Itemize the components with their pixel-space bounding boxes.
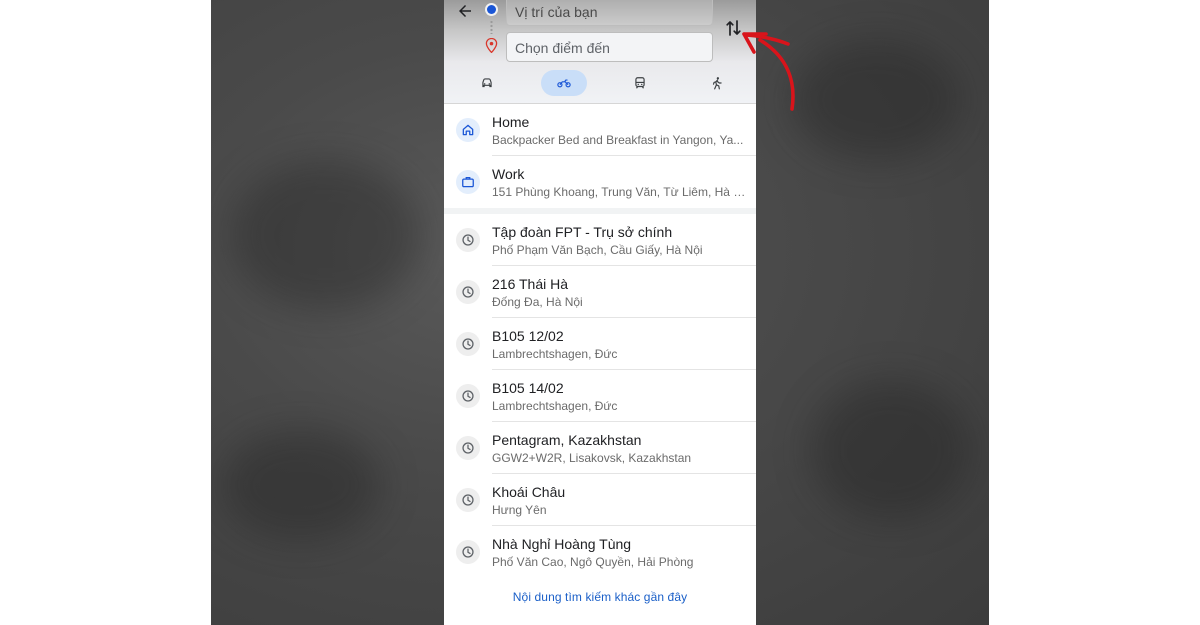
- mode-tab-transit[interactable]: [630, 70, 650, 96]
- recent-place[interactable]: Nhà Nghỉ Hoàng Tùng Phố Văn Cao, Ngô Quy…: [444, 526, 756, 578]
- place-subtitle: Phố Phạm Văn Bạch, Cầu Giấy, Hà Nội: [492, 243, 703, 257]
- more-recent-searches-link[interactable]: Nội dung tìm kiếm khác gần đây: [444, 590, 756, 604]
- saved-place-home[interactable]: Home Backpacker Bed and Breakfast in Yan…: [444, 104, 756, 156]
- history-icon-badge: [456, 280, 480, 304]
- recent-place[interactable]: B105 12/02 Lambrechtshagen, Đức: [444, 318, 756, 370]
- clock-icon: [462, 286, 474, 298]
- place-title: 216 Thái Hà: [492, 276, 569, 292]
- place-title: Work: [492, 166, 525, 182]
- place-subtitle: Lambrechtshagen, Đức: [492, 399, 618, 413]
- history-icon-badge: [456, 540, 480, 564]
- walk-icon: [712, 77, 722, 90]
- place-title: Tập đoàn FPT - Trụ sở chính: [492, 224, 673, 240]
- places-list: Home Backpacker Bed and Breakfast in Yan…: [444, 104, 756, 578]
- origin-input[interactable]: Vị trí của bạn: [506, 0, 713, 26]
- recent-place[interactable]: Tập đoàn FPT - Trụ sở chính Phố Phạm Văn…: [444, 214, 756, 266]
- clock-icon: [462, 338, 474, 350]
- place-title: Khoái Châu: [492, 484, 566, 500]
- red-annotation-arrow-icon: [742, 32, 795, 111]
- recent-place[interactable]: Khoái Châu Hưng Yên: [444, 474, 756, 526]
- destination-pin-icon: [485, 38, 498, 53]
- mode-tab-car[interactable]: [477, 70, 497, 96]
- place-title: B105 12/02: [492, 328, 564, 344]
- place-subtitle: Lambrechtshagen, Đức: [492, 347, 618, 361]
- car-icon: [482, 78, 492, 88]
- place-subtitle: Đống Đa, Hà Nội: [492, 295, 583, 309]
- clock-icon: [462, 546, 474, 558]
- history-icon-badge: [456, 332, 480, 356]
- clock-icon: [462, 234, 474, 246]
- clock-icon: [462, 442, 474, 454]
- place-subtitle: Backpacker Bed and Breakfast in Yangon, …: [492, 133, 744, 147]
- motorbike-icon: [557, 79, 571, 88]
- history-icon-badge: [456, 384, 480, 408]
- place-title: Home: [492, 114, 530, 130]
- saved-place-work[interactable]: Work 151 Phùng Khoang, Trung Văn, Từ Liê…: [444, 156, 756, 208]
- destination-input[interactable]: Chọn điểm đến: [506, 32, 713, 62]
- route-dots-connector: [490, 20, 493, 34]
- home-icon-badge: [456, 118, 480, 142]
- place-subtitle: Phố Văn Cao, Ngô Quyền, Hải Phòng: [492, 555, 694, 569]
- history-icon-badge: [456, 228, 480, 252]
- place-title: Nhà Nghỉ Hoàng Tùng: [492, 536, 632, 552]
- origin-dot-icon: [487, 5, 496, 14]
- home-icon: [462, 124, 474, 136]
- travel-mode-tabs: [444, 70, 756, 96]
- place-subtitle: 151 Phùng Khoang, Trung Văn, Từ Liêm, Hà…: [492, 185, 750, 199]
- recent-place[interactable]: Pentagram, Kazakhstan GGW2+W2R, Lisakovs…: [444, 422, 756, 474]
- work-icon-badge: [456, 170, 480, 194]
- place-title: Pentagram, Kazakhstan: [492, 432, 642, 448]
- recent-place[interactable]: 216 Thái Hà Đống Đa, Hà Nội: [444, 266, 756, 318]
- clock-icon: [462, 390, 474, 402]
- directions-header: Vị trí của bạn Chọn điểm đến: [444, 0, 756, 104]
- history-icon-badge: [456, 488, 480, 512]
- place-subtitle: Hưng Yên: [492, 503, 547, 517]
- maps-directions-panel: Vị trí của bạn Chọn điểm đến Home Backpa…: [444, 0, 756, 625]
- place-subtitle: GGW2+W2R, Lisakovsk, Kazakhstan: [492, 451, 692, 465]
- history-icon-badge: [456, 436, 480, 460]
- clock-icon: [462, 494, 474, 506]
- mode-tab-walk[interactable]: [707, 70, 727, 96]
- recent-place[interactable]: B105 14/02 Lambrechtshagen, Đức: [444, 370, 756, 422]
- briefcase-icon: [462, 176, 474, 188]
- back-arrow-icon[interactable]: [456, 2, 474, 20]
- place-title: B105 14/02: [492, 380, 564, 396]
- transit-icon: [635, 77, 645, 89]
- mode-tab-motorbike[interactable]: [541, 70, 587, 96]
